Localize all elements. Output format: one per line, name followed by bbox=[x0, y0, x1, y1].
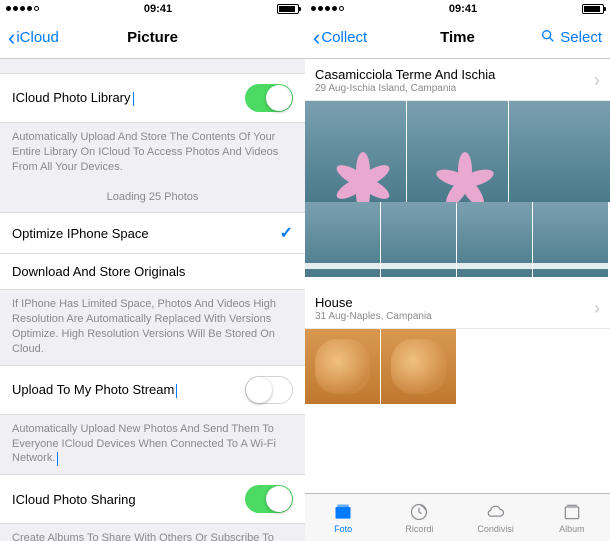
back-label: Collect bbox=[321, 29, 367, 46]
page-title: Time bbox=[440, 29, 475, 46]
tab-shared[interactable]: Condivisi bbox=[458, 494, 534, 541]
tab-label: Foto bbox=[334, 524, 352, 534]
photo-thumbnail[interactable] bbox=[533, 202, 608, 277]
photo-stream-row[interactable]: Upload To My Photo Stream bbox=[0, 365, 305, 415]
download-originals-row[interactable]: Download And Store Originals bbox=[0, 254, 305, 290]
status-bar: 09:41 bbox=[0, 0, 305, 17]
photo-thumbnail[interactable] bbox=[305, 329, 380, 404]
moment-title: Casamicciola Terme And Ischia bbox=[315, 67, 495, 82]
icloud-photo-library-row[interactable]: ICloud Photo Library bbox=[0, 73, 305, 123]
tab-albums[interactable]: Album bbox=[534, 494, 610, 541]
icloud-photo-library-label: ICloud Photo Library bbox=[12, 90, 131, 105]
optimize-space-label: Optimize IPhone Space bbox=[12, 226, 149, 241]
icloud-photo-library-toggle[interactable] bbox=[245, 84, 293, 112]
photo-sharing-label: ICloud Photo Sharing bbox=[12, 492, 136, 507]
photos-icon bbox=[331, 502, 355, 522]
back-button[interactable]: ‹ Collect bbox=[313, 27, 367, 49]
chevron-right-icon: › bbox=[594, 70, 600, 91]
moment-subtitle: 29 Aug-Ischia Island, Campania bbox=[315, 83, 495, 94]
photo-thumbnail[interactable] bbox=[305, 202, 380, 277]
moment-subtitle: 31 Aug-Naples, Campania bbox=[315, 311, 432, 322]
select-label: Select bbox=[560, 29, 602, 46]
optimize-space-row[interactable]: Optimize IPhone Space ✓ bbox=[0, 212, 305, 254]
tab-photos[interactable]: Foto bbox=[305, 494, 381, 541]
download-originals-label: Download And Store Originals bbox=[12, 264, 185, 279]
moment-header[interactable]: Casamicciola Terme And Ischia 29 Aug-Isc… bbox=[305, 59, 610, 101]
photo-thumbnail[interactable] bbox=[381, 329, 456, 404]
tab-label: Condivisi bbox=[477, 524, 514, 534]
select-button[interactable]: Select bbox=[540, 28, 602, 48]
page-title: Picture bbox=[127, 29, 178, 46]
tab-bar: Foto Ricordi Condivisi Album bbox=[305, 493, 610, 541]
status-time: 09:41 bbox=[449, 3, 477, 15]
photo-thumbnail[interactable] bbox=[509, 101, 610, 202]
search-icon bbox=[540, 28, 556, 48]
chevron-left-icon: ‹ bbox=[313, 27, 320, 49]
photo-stream-label: Upload To My Photo Stream bbox=[12, 382, 174, 397]
optimize-desc: If IPhone Has Limited Space, Photos And … bbox=[0, 290, 305, 364]
nav-bar: ‹ iCloud Picture bbox=[0, 17, 305, 59]
nav-bar: ‹ Collect Time Select bbox=[305, 17, 610, 59]
photo-stream-desc: Automatically Upload New Photos And Send… bbox=[0, 415, 305, 475]
moment-title: House bbox=[315, 295, 432, 310]
album-icon bbox=[560, 502, 584, 522]
tab-label: Ricordi bbox=[405, 524, 433, 534]
photo-thumbnail[interactable] bbox=[457, 202, 532, 277]
photo-stream-toggle[interactable] bbox=[245, 376, 293, 404]
tab-memories[interactable]: Ricordi bbox=[381, 494, 457, 541]
status-bar: 09:41 bbox=[305, 0, 610, 17]
photo-sharing-toggle[interactable] bbox=[245, 485, 293, 513]
clock-icon bbox=[407, 502, 431, 522]
cloud-icon bbox=[484, 502, 508, 522]
chevron-left-icon: ‹ bbox=[8, 27, 15, 49]
loading-status: Loading 25 Photos bbox=[0, 183, 305, 213]
photo-thumbnail[interactable] bbox=[305, 101, 406, 202]
photo-sharing-desc: Create Albums To Share With Others Or Su… bbox=[0, 524, 305, 541]
photo-thumbnail[interactable] bbox=[381, 202, 456, 277]
status-time: 09:41 bbox=[144, 3, 172, 15]
icloud-photo-library-desc: Automatically Upload And Store The Conte… bbox=[0, 123, 305, 183]
chevron-right-icon: › bbox=[594, 298, 600, 319]
photo-thumbnail[interactable] bbox=[407, 101, 508, 202]
back-button[interactable]: ‹ iCloud bbox=[8, 27, 59, 49]
tab-label: Album bbox=[559, 524, 585, 534]
checkmark-icon: ✓ bbox=[280, 223, 293, 243]
photo-sharing-row[interactable]: ICloud Photo Sharing bbox=[0, 474, 305, 524]
back-label: iCloud bbox=[16, 29, 59, 46]
moment-header[interactable]: House 31 Aug-Naples, Campania › bbox=[305, 287, 610, 329]
